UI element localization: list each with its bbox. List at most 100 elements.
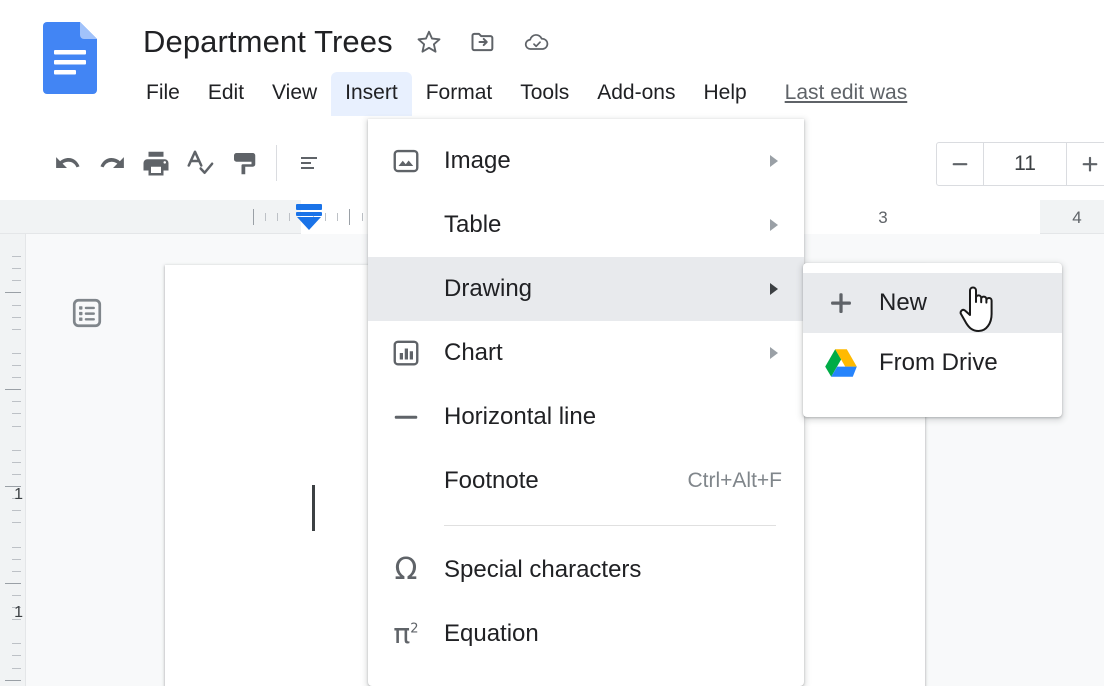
menu-file[interactable]: File <box>132 72 194 116</box>
menu-item-label: Special characters <box>444 556 744 584</box>
vertical-ruler-tick <box>12 655 21 656</box>
horizontal-line-icon <box>368 402 444 432</box>
ruler-number: 3 <box>878 208 887 228</box>
vertical-ruler-tick <box>12 595 21 596</box>
move-to-folder-icon[interactable] <box>469 28 497 56</box>
vertical-ruler-tick <box>12 474 21 475</box>
submenu-arrow-icon <box>744 281 804 297</box>
vertical-ruler-tick <box>12 401 21 402</box>
menu-item-horizontal-line[interactable]: Horizontal line <box>368 385 804 449</box>
vertical-ruler-tick <box>12 668 21 669</box>
menu-item-shortcut: Ctrl+Alt+F <box>687 469 782 493</box>
font-size-stepper: 11 <box>936 142 1104 186</box>
drawing-submenu-panel: New From Drive <box>803 263 1062 417</box>
title-icon-group <box>415 28 551 56</box>
vertical-ruler-number: 1 <box>14 486 23 504</box>
menu-edit[interactable]: Edit <box>194 72 258 116</box>
vertical-ruler-tick <box>12 329 21 330</box>
vertical-ruler-tick <box>12 365 21 366</box>
vertical-ruler-tick <box>5 680 21 681</box>
menu-help[interactable]: Help <box>689 72 760 116</box>
vertical-ruler-tick <box>12 280 21 281</box>
menu-item-chart[interactable]: Chart <box>368 321 804 385</box>
vertical-ruler-tick <box>12 413 21 414</box>
vertical-ruler-tick <box>12 256 21 257</box>
vertical-ruler-tick <box>12 571 21 572</box>
vertical-ruler-tick <box>5 389 21 390</box>
pi-squared-icon: π2 <box>368 620 444 648</box>
submenu-arrow-icon <box>744 153 804 169</box>
submenu-arrow-icon <box>744 217 804 233</box>
ruler-tick <box>253 209 254 225</box>
docs-file-icon[interactable] <box>43 22 97 94</box>
last-edit-link[interactable]: Last edit was <box>785 72 908 106</box>
menu-item-table[interactable]: Table <box>368 193 804 257</box>
menu-item-footnote[interactable]: Footnote Ctrl+Alt+F <box>368 449 804 513</box>
ruler-tick <box>362 213 363 221</box>
menu-item-label: Table <box>444 211 744 239</box>
menu-item-label: Chart <box>444 339 744 367</box>
text-style-button[interactable] <box>287 141 331 185</box>
menu-item-drawing[interactable]: Drawing <box>368 257 804 321</box>
menu-item-label: Horizontal line <box>444 403 744 431</box>
redo-icon[interactable] <box>90 141 134 185</box>
ruler-tick <box>325 213 326 221</box>
font-size-input[interactable]: 11 <box>983 143 1067 185</box>
menu-bar: File Edit View Insert Format Tools Add-o… <box>132 72 907 118</box>
chart-icon <box>368 338 444 368</box>
menu-item-label: Equation <box>444 620 744 648</box>
menu-format[interactable]: Format <box>412 72 507 116</box>
menu-item-label: Image <box>444 147 744 175</box>
document-outline-icon[interactable] <box>66 292 108 334</box>
decrease-font-size-button[interactable] <box>937 143 983 185</box>
menu-item-special-characters[interactable]: Ω Special characters <box>368 538 804 602</box>
menu-item-image[interactable]: Image <box>368 129 804 193</box>
submenu-item-label: From Drive <box>879 349 998 377</box>
page-title[interactable]: Department Trees <box>143 24 393 60</box>
omega-icon: Ω <box>368 555 444 585</box>
title-row: Department Trees <box>143 18 551 66</box>
spellcheck-icon[interactable] <box>178 141 222 185</box>
ruler-tick <box>349 209 350 225</box>
submenu-item-from-drive[interactable]: From Drive <box>803 333 1062 393</box>
ruler-number: 4 <box>1072 208 1081 228</box>
menu-item-label: Drawing <box>444 275 744 303</box>
plus-icon <box>803 289 879 317</box>
first-line-indent-marker[interactable] <box>294 202 324 232</box>
image-icon <box>368 146 444 176</box>
text-cursor <box>312 485 315 531</box>
vertical-ruler-tick <box>12 559 21 560</box>
menu-item-equation[interactable]: π2 Equation <box>368 602 804 666</box>
menu-item-label: Footnote <box>444 467 687 495</box>
vertical-ruler[interactable]: 1 1 <box>0 234 26 686</box>
vertical-ruler-tick <box>12 450 21 451</box>
vertical-ruler-tick <box>12 305 21 306</box>
menu-divider <box>444 525 776 526</box>
ruler-tick <box>265 213 266 221</box>
vertical-ruler-tick <box>12 462 21 463</box>
star-icon[interactable] <box>415 28 443 56</box>
ruler-tick <box>289 213 290 221</box>
vertical-ruler-tick <box>12 510 21 511</box>
vertical-ruler-tick <box>12 268 21 269</box>
submenu-item-new[interactable]: New <box>803 273 1062 333</box>
vertical-ruler-tick <box>12 547 21 548</box>
vertical-ruler-tick <box>12 643 21 644</box>
print-icon[interactable] <box>134 141 178 185</box>
paint-format-icon[interactable] <box>222 141 266 185</box>
increase-font-size-button[interactable] <box>1067 143 1104 185</box>
menu-insert[interactable]: Insert <box>331 72 412 116</box>
menu-add-ons[interactable]: Add-ons <box>583 72 689 116</box>
menu-view[interactable]: View <box>258 72 331 116</box>
vertical-ruler-tick <box>5 583 21 584</box>
vertical-ruler-number: 1 <box>14 604 23 622</box>
vertical-ruler-tick <box>12 377 21 378</box>
undo-icon[interactable] <box>46 141 90 185</box>
insert-menu-panel: Image Table Drawing <box>368 119 804 686</box>
cloud-saved-icon[interactable] <box>523 28 551 56</box>
submenu-arrow-icon <box>744 345 804 361</box>
app-header: Department Trees <box>0 0 1104 126</box>
menu-tools[interactable]: Tools <box>506 72 583 116</box>
ruler-tick <box>277 213 278 221</box>
vertical-ruler-tick <box>12 317 21 318</box>
